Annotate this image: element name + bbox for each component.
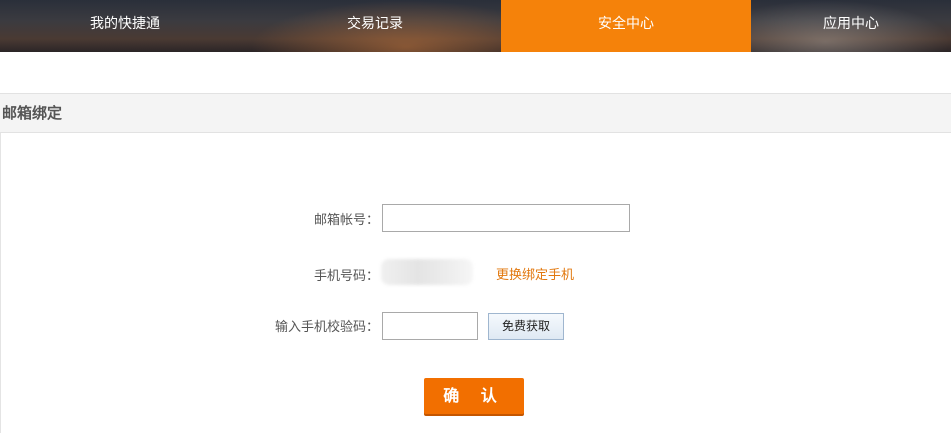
page-title: 邮箱绑定: [2, 104, 63, 122]
nav-item-my-kuaijietong[interactable]: 我的快捷通: [0, 0, 250, 52]
nav-item-app-center[interactable]: 应用中心: [751, 0, 951, 52]
nav-item-security-center[interactable]: 安全中心: [501, 0, 751, 52]
email-field[interactable]: [382, 204, 630, 232]
phone-label: 手机号码：: [313, 269, 379, 284]
change-phone-link[interactable]: 更换绑定手机: [496, 264, 574, 283]
code-label: 输入手机校验码：: [274, 320, 379, 335]
masked-phone-number: [381, 259, 473, 285]
nav-item-transactions[interactable]: 交易记录: [250, 0, 500, 52]
verification-code-field[interactable]: [382, 312, 478, 340]
section-header: 邮箱绑定: [0, 93, 951, 133]
email-label: 邮箱帐号：: [313, 213, 379, 228]
confirm-button[interactable]: 确 认: [424, 378, 524, 414]
top-nav: 我的快捷通 交易记录 安全中心 应用中心: [0, 0, 951, 52]
get-code-button[interactable]: 免费获取: [488, 313, 564, 340]
